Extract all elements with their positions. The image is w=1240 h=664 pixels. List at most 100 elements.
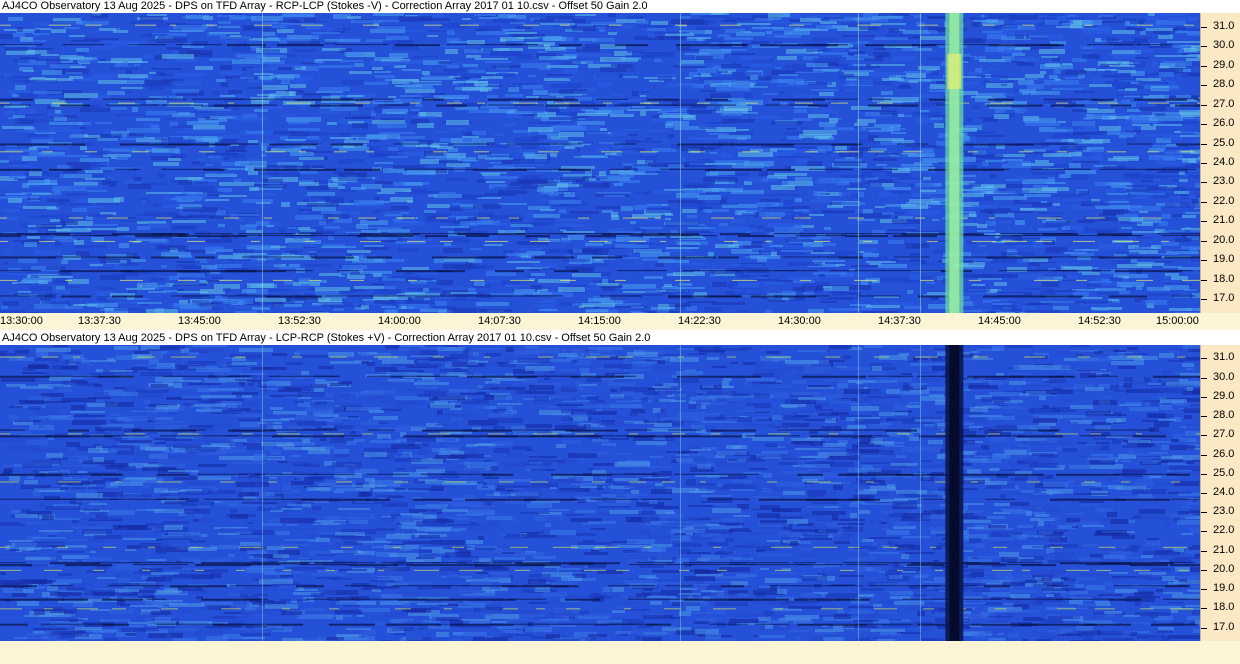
texture-cell — [64, 93, 98, 98]
texture-cell — [1119, 291, 1130, 294]
texture-cell — [737, 275, 750, 278]
texture-cell — [463, 64, 478, 67]
texture-cell — [289, 426, 316, 429]
interference-line — [1022, 24, 1034, 26]
texture-cell — [148, 223, 169, 228]
texture-cell — [111, 41, 146, 46]
texture-cell — [683, 183, 713, 187]
x-tick-label: 13:52:30 — [278, 315, 321, 327]
texture-cell — [245, 410, 262, 412]
interference-line — [437, 270, 465, 273]
texture-cell — [508, 87, 519, 92]
texture-cell — [320, 111, 339, 113]
texture-cell — [774, 227, 803, 232]
texture-cell — [525, 346, 538, 348]
texture-cell — [290, 462, 318, 464]
texture-cell — [473, 204, 501, 209]
texture-cell — [5, 249, 11, 252]
texture-cell — [854, 123, 868, 126]
interference-line — [614, 143, 635, 145]
texture-cell — [1156, 162, 1190, 165]
interference-line — [410, 102, 420, 104]
texture-cell — [388, 156, 408, 158]
texture-cell — [73, 304, 97, 306]
texture-cell — [23, 278, 52, 282]
texture-cell — [644, 276, 663, 279]
texture-cell — [218, 26, 240, 28]
texture-cell — [906, 405, 920, 408]
texture-cell — [473, 68, 479, 72]
texture-cell — [910, 210, 940, 215]
texture-cell — [536, 531, 544, 534]
texture-cell — [354, 286, 384, 289]
texture-cell — [115, 114, 145, 116]
texture-cell — [646, 240, 656, 242]
texture-cell — [694, 75, 712, 77]
texture-cell — [44, 179, 50, 184]
texture-cell — [162, 54, 194, 59]
interference-line — [560, 24, 570, 26]
texture-cell — [1184, 415, 1192, 419]
texture-cell — [628, 140, 662, 143]
interference-line — [0, 151, 23, 153]
interference-line — [602, 233, 665, 236]
texture-cell — [26, 50, 47, 54]
interference-line — [477, 102, 485, 104]
interference-line — [681, 235, 717, 237]
texture-cell — [1, 182, 12, 185]
interference-line — [1184, 24, 1194, 26]
texture-cell — [527, 133, 537, 136]
texture-cell — [442, 238, 470, 243]
interference-line — [617, 270, 667, 272]
texture-cell — [1175, 238, 1189, 242]
y-tick-label: 21.0 — [1213, 214, 1235, 226]
interference-line — [298, 233, 323, 235]
texture-cell — [90, 264, 103, 266]
x-tick-label: 14:00:00 — [378, 315, 421, 327]
texture-cell — [1163, 157, 1175, 161]
texture-cell — [668, 134, 674, 138]
texture-cell — [407, 200, 413, 203]
texture-cell — [604, 195, 625, 197]
texture-cell — [228, 259, 251, 261]
texture-cell — [460, 221, 477, 226]
texture-cell — [538, 51, 547, 53]
spectrogram-canvas — [0, 345, 1200, 641]
interference-line — [52, 102, 67, 104]
texture-cell — [1112, 30, 1135, 34]
interference-line — [0, 24, 11, 26]
interference-line — [534, 256, 574, 259]
interference-line — [1110, 104, 1131, 107]
texture-cell — [172, 89, 199, 93]
interference-line — [266, 295, 322, 298]
texture-cell — [125, 549, 136, 551]
texture-cell — [793, 118, 812, 121]
texture-cell — [496, 223, 511, 226]
texture-cell — [880, 111, 897, 115]
texture-cell — [531, 273, 545, 276]
texture-cell — [90, 162, 107, 167]
texture-cell — [667, 171, 679, 173]
texture-cell — [13, 115, 25, 118]
texture-cell — [926, 282, 935, 284]
texture-cell — [299, 614, 333, 619]
texture-cell — [402, 267, 429, 270]
texture-cell — [549, 193, 559, 196]
texture-cell — [277, 146, 294, 149]
texture-cell — [1122, 80, 1134, 82]
texture-cell — [484, 61, 511, 63]
texture-cell — [980, 210, 993, 213]
texture-cell — [824, 227, 831, 230]
interference-line — [724, 240, 738, 242]
interference-line — [0, 168, 42, 171]
texture-cell — [479, 17, 498, 19]
texture-cell — [829, 492, 836, 496]
interference-line — [0, 44, 43, 46]
texture-cell — [1111, 199, 1127, 201]
texture-cell — [487, 95, 498, 98]
texture-cell — [1062, 63, 1072, 65]
texture-cell — [815, 179, 840, 184]
texture-cell — [145, 447, 169, 451]
texture-cell — [161, 139, 196, 144]
interference-line — [344, 168, 380, 171]
